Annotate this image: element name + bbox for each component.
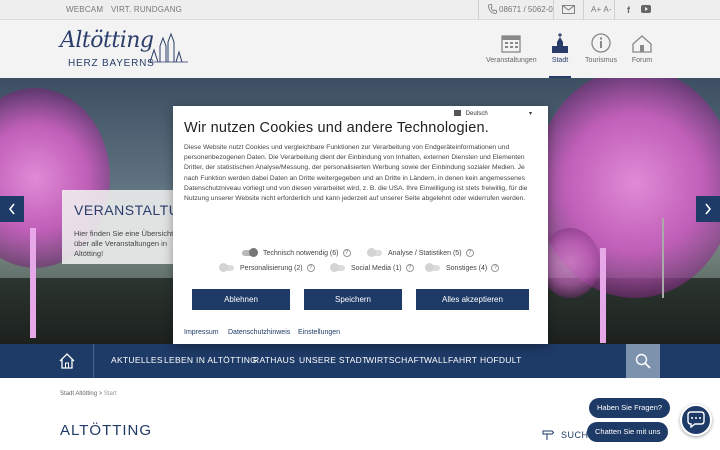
toggle-switch: [425, 263, 440, 273]
caret-down-icon: ▾: [528, 111, 532, 117]
help-icon[interactable]: ?: [342, 249, 351, 258]
toggle-social-media[interactable]: Social Media (1)?: [330, 263, 414, 274]
toggle-technisch-notwendig[interactable]: Technisch notwendig (6)?: [242, 248, 351, 259]
help-icon[interactable]: ?: [491, 264, 500, 273]
cookie-description: Diese Website nutzt Cookies und vergleic…: [184, 144, 528, 203]
help-icon[interactable]: ?: [405, 264, 414, 273]
cookie-title: Wir nutzen Cookies und andere Technologi…: [184, 120, 489, 136]
toggle-label: Personalisierung (2): [240, 265, 303, 272]
toggle-switch: [242, 248, 258, 258]
webcam-link[interactable]: WEBCAM: [66, 5, 103, 14]
phone-icon: [488, 4, 497, 18]
facebook-icon[interactable]: f: [627, 4, 630, 16]
help-icon[interactable]: ?: [465, 249, 474, 258]
language-select[interactable]: Deutsch ▾: [454, 109, 538, 120]
accept-all-button[interactable]: Alles akzeptieren: [416, 289, 529, 310]
divider: [553, 0, 554, 20]
youtube-icon[interactable]: [641, 5, 651, 17]
divider: [583, 0, 584, 20]
divider: [478, 0, 479, 20]
mail-icon[interactable]: [562, 5, 575, 18]
settings-link[interactable]: Einstellungen: [298, 329, 340, 336]
reject-button[interactable]: Ablehnen: [192, 289, 290, 310]
toggle-analyse[interactable]: Analyse / Statistiken (5)?: [367, 248, 474, 259]
save-button[interactable]: Speichern: [304, 289, 402, 310]
toggle-label: Social Media (1): [351, 265, 402, 272]
imprint-link[interactable]: Impressum: [184, 329, 219, 336]
help-icon[interactable]: ?: [306, 264, 315, 273]
font-size-toggle[interactable]: A+ A-: [591, 5, 612, 14]
toggle-sonstiges[interactable]: Sonstiges (4)?: [425, 263, 500, 274]
divider: [614, 0, 615, 20]
toggle-switch: [219, 263, 234, 273]
toggle-label: Sonstiges (4): [446, 265, 488, 272]
language-label: Deutsch: [465, 111, 488, 117]
toggle-label: Analyse / Statistiken (5): [388, 250, 462, 257]
toggle-personalisierung[interactable]: Personalisierung (2)?: [219, 263, 315, 274]
toggle-switch: [367, 248, 382, 258]
flag-icon: [454, 110, 461, 117]
cookie-consent-dialog: Deutsch ▾ Wir nutzen Cookies und andere …: [173, 106, 548, 344]
privacy-link[interactable]: Datenschutzhinweis: [228, 329, 290, 336]
phone-number[interactable]: 08671 / 5062-0: [499, 5, 553, 14]
toggle-switch: [330, 263, 345, 273]
utility-bar: WEBCAM VIRT. RUNDGANG 08671 / 5062-0 A+ …: [0, 0, 720, 20]
toggle-label: Technisch notwendig (6): [263, 250, 339, 257]
virtual-tour-link[interactable]: VIRT. RUNDGANG: [111, 5, 182, 14]
